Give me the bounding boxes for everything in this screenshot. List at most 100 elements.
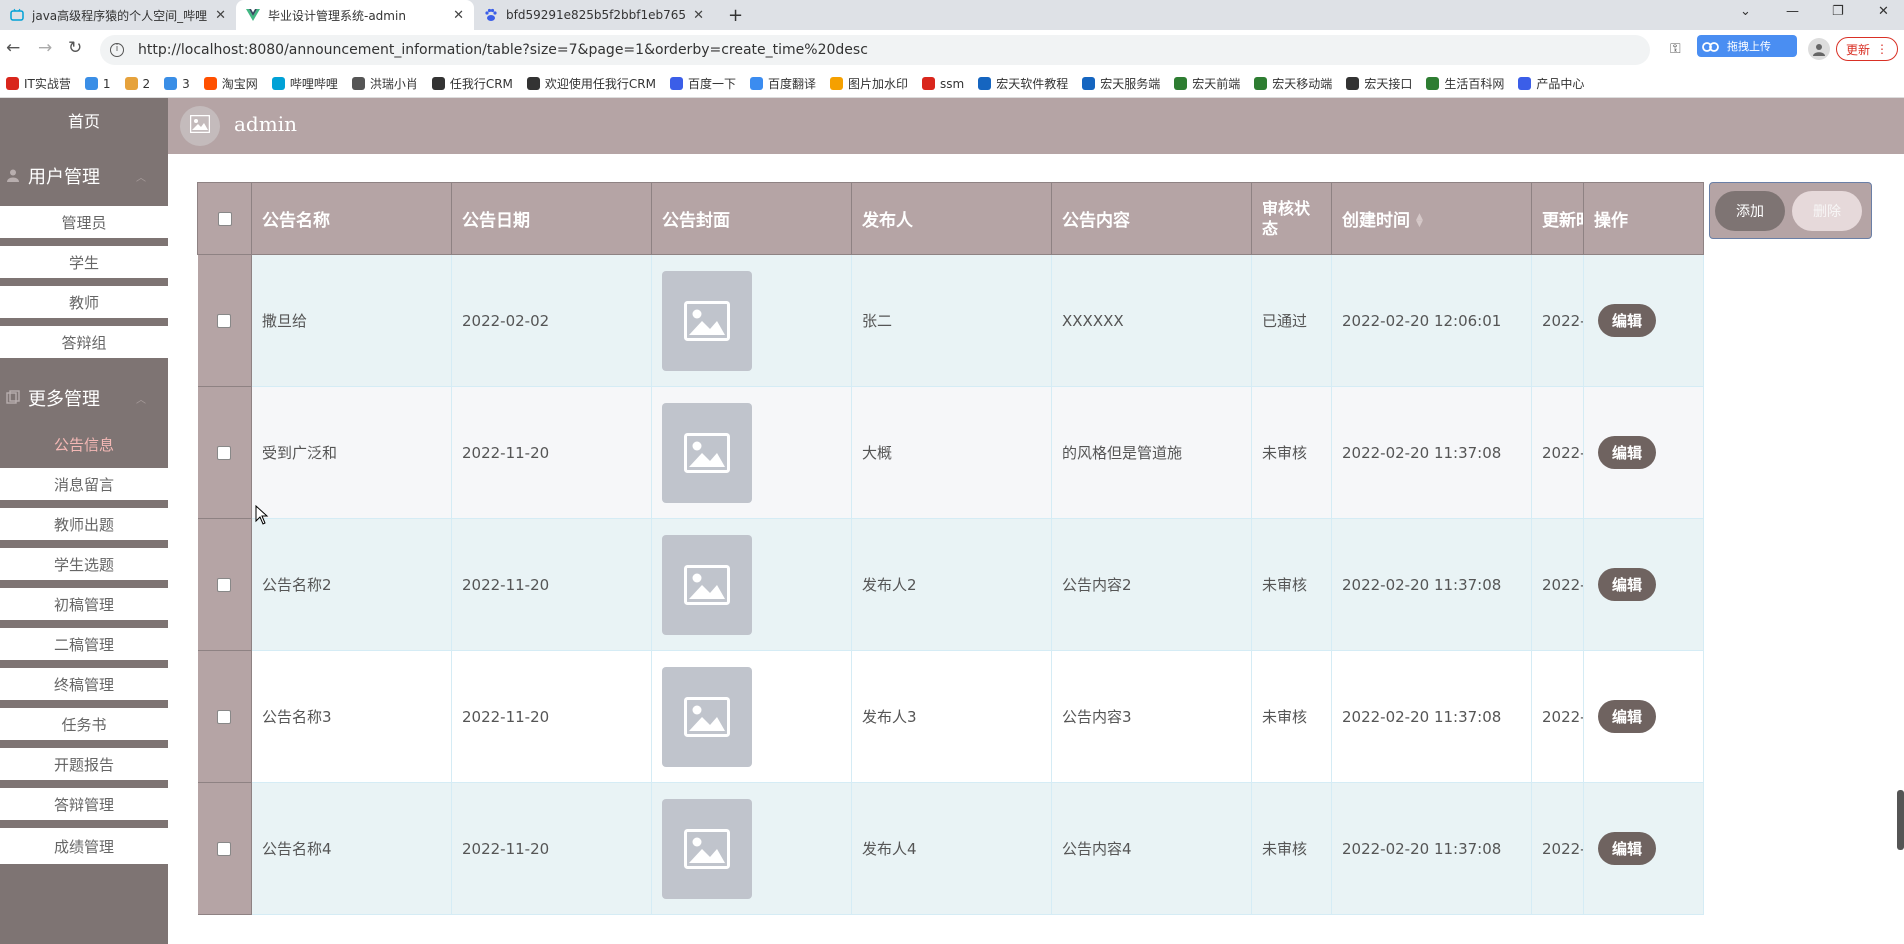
sidebar-item-defense-management[interactable]: 答辩管理 bbox=[0, 788, 168, 824]
browser-tab-baidu[interactable]: bfd59291e825b5f2bbf1eb765 ✕ bbox=[474, 0, 714, 30]
tab-close-icon[interactable]: ✕ bbox=[453, 8, 464, 23]
row-checkbox-cell[interactable] bbox=[197, 386, 252, 519]
sidebar-item-proposal-report[interactable]: 开题报告 bbox=[0, 748, 168, 784]
sidebar-item-final-draft[interactable]: 终稿管理 bbox=[0, 668, 168, 704]
image-placeholder-icon[interactable] bbox=[662, 798, 752, 899]
bookmark-item[interactable]: 百度翻译 bbox=[750, 75, 816, 92]
upload-extension-button[interactable]: 拖拽上传 bbox=[1697, 35, 1797, 57]
bookmark-item[interactable]: ssm bbox=[922, 77, 964, 91]
bookmark-item[interactable]: 1 bbox=[84, 77, 111, 91]
image-placeholder-icon[interactable] bbox=[662, 402, 752, 503]
bookmark-item[interactable]: 生活百科网 bbox=[1426, 75, 1504, 92]
select-all-checkbox-cell[interactable] bbox=[197, 182, 252, 255]
reload-icon[interactable]: ↻ bbox=[68, 38, 82, 58]
cell-status: 已通过 bbox=[1251, 254, 1332, 387]
edit-button[interactable]: 编辑 bbox=[1598, 436, 1657, 469]
column-header-created-time[interactable]: 创建时间 ▲ ▼ bbox=[1331, 182, 1532, 255]
row-checkbox[interactable] bbox=[217, 578, 232, 592]
sidebar-item-grade-management[interactable]: 成绩管理 bbox=[0, 828, 168, 864]
cell-content: 公告内容3 bbox=[1051, 650, 1252, 783]
sort-icon[interactable]: ▲ ▼ bbox=[1416, 213, 1423, 229]
bookmark-item[interactable]: 图片加水印 bbox=[830, 75, 908, 92]
row-checkbox[interactable] bbox=[217, 842, 232, 856]
row-checkbox-cell[interactable] bbox=[197, 782, 252, 915]
bookmark-item[interactable]: 欢迎使用任我行CRM bbox=[526, 75, 656, 92]
sidebar-item-admin[interactable]: 管理员 bbox=[0, 206, 168, 242]
select-all-checkbox[interactable] bbox=[217, 211, 232, 226]
edit-button[interactable]: 编辑 bbox=[1598, 700, 1657, 733]
browser-tab-bilibili[interactable]: java高级程序猿的个人空间_哔哩 ✕ bbox=[0, 0, 236, 30]
add-button[interactable]: 添加 bbox=[1715, 190, 1785, 231]
sidebar-group-user-management[interactable]: 用户管理 ︿ bbox=[0, 156, 168, 196]
cell-updated: 2022- bbox=[1531, 650, 1584, 783]
sidebar-item-messages[interactable]: 消息留言 bbox=[0, 468, 168, 504]
browser-tab-admin[interactable]: 毕业设计管理系统-admin ✕ bbox=[236, 0, 474, 30]
row-checkbox[interactable] bbox=[217, 710, 232, 724]
image-placeholder-icon[interactable] bbox=[662, 270, 752, 371]
bookmark-item[interactable]: 3 bbox=[164, 77, 190, 91]
key-icon[interactable]: ⚿ bbox=[1670, 41, 1681, 57]
sidebar-item-second-draft[interactable]: 二稿管理 bbox=[0, 628, 168, 664]
bookmark-item[interactable]: 宏天前端 bbox=[1174, 75, 1240, 92]
bookmark-item[interactable]: 任我行CRM bbox=[431, 75, 513, 92]
row-checkbox-cell[interactable] bbox=[197, 254, 252, 387]
sidebar-item-student-topic-selection[interactable]: 学生选题 bbox=[0, 548, 168, 584]
forward-arrow-icon[interactable]: → bbox=[38, 38, 52, 58]
bookmark-favicon-icon bbox=[750, 77, 764, 90]
back-arrow-icon[interactable]: ← bbox=[6, 38, 20, 58]
site-info-icon[interactable]: i bbox=[110, 43, 124, 57]
restore-icon[interactable]: ❐ bbox=[1832, 4, 1844, 19]
table-header-row: 公告名称 公告日期 公告封面 发布人 公告内容 审核状 态 创建时间 ▲▼ 更新时… bbox=[197, 182, 1704, 255]
bookmark-item[interactable]: 哔哩哔哩 bbox=[271, 75, 338, 92]
sidebar-item-announcements[interactable]: 公告信息 bbox=[0, 428, 168, 464]
tab-search-chevron-icon[interactable]: ⌄ bbox=[1740, 4, 1751, 19]
page-scrollbar[interactable] bbox=[1897, 790, 1904, 850]
row-checkbox-cell[interactable] bbox=[197, 518, 252, 651]
sidebar-home[interactable]: 首页 bbox=[0, 100, 168, 140]
bookmark-item[interactable]: 宏天移动端 bbox=[1254, 75, 1332, 92]
sidebar-group-more-management[interactable]: 更多管理 ︿ bbox=[0, 378, 168, 418]
table-row: 撒旦给 2022-02-02 张二 XXXXXX 已通过 2022-02-20 12:06… bbox=[197, 254, 1704, 387]
row-checkbox[interactable] bbox=[217, 314, 232, 328]
edit-button[interactable]: 编辑 bbox=[1598, 304, 1657, 337]
bookmark-label: 3 bbox=[182, 76, 190, 91]
bookmark-item[interactable]: 2 bbox=[124, 76, 151, 91]
sidebar-item-teacher-topics[interactable]: 教师出题 bbox=[0, 508, 168, 544]
bookmark-label: 2 bbox=[142, 76, 151, 91]
url-field[interactable]: i http://localhost:8080/announcement_inf… bbox=[100, 35, 1650, 65]
sidebar-item-student[interactable]: 学生 bbox=[0, 246, 168, 282]
bookmark-item[interactable]: 宏天服务端 bbox=[1082, 75, 1160, 92]
sidebar-item-teacher[interactable]: 教师 bbox=[0, 286, 168, 322]
cell-name: 公告名称4 bbox=[251, 782, 452, 915]
profile-icon[interactable] bbox=[1808, 38, 1830, 60]
window-close-icon[interactable]: ✕ bbox=[1878, 4, 1889, 19]
bookmark-item[interactable]: 宏天接口 bbox=[1346, 75, 1412, 92]
row-checkbox-cell[interactable] bbox=[197, 650, 252, 783]
new-tab-button[interactable]: + bbox=[718, 0, 754, 30]
sidebar-item-assignment[interactable]: 任务书 bbox=[0, 708, 168, 744]
bookmark-item[interactable]: 淘宝网 bbox=[203, 75, 258, 92]
bookmark-item[interactable]: 宏天软件教程 bbox=[978, 75, 1068, 92]
row-checkbox[interactable] bbox=[217, 446, 232, 460]
bookmark-item[interactable]: 洪瑞小肖 bbox=[351, 75, 418, 92]
sidebar-item-first-draft[interactable]: 初稿管理 bbox=[0, 588, 168, 624]
delete-button[interactable]: 删除 bbox=[1792, 190, 1862, 231]
edit-button[interactable]: 编辑 bbox=[1598, 832, 1657, 865]
tab-close-icon[interactable]: ✕ bbox=[693, 8, 704, 23]
edit-button[interactable]: 编辑 bbox=[1598, 568, 1657, 601]
minimize-icon[interactable]: — bbox=[1786, 4, 1799, 19]
bookmark-item[interactable]: 产品中心 bbox=[1518, 75, 1584, 92]
bookmark-favicon-icon bbox=[124, 77, 138, 90]
bookmark-favicon-icon bbox=[1346, 77, 1360, 90]
bookmark-item[interactable]: IT实战营 bbox=[6, 75, 71, 92]
bookmark-item[interactable]: 百度一下 bbox=[670, 75, 736, 92]
tab-close-icon[interactable]: ✕ bbox=[215, 8, 226, 23]
cell-publisher: 张二 bbox=[851, 254, 1052, 387]
sidebar-item-defense-group[interactable]: 答辩组 bbox=[0, 326, 168, 362]
avatar[interactable] bbox=[180, 106, 220, 146]
image-placeholder-icon[interactable] bbox=[662, 666, 752, 767]
username[interactable]: admin bbox=[234, 112, 297, 136]
image-placeholder-icon[interactable] bbox=[662, 534, 752, 635]
update-button[interactable]: 更新 ⋮ bbox=[1836, 37, 1898, 61]
bookmark-favicon-icon bbox=[1254, 77, 1268, 90]
